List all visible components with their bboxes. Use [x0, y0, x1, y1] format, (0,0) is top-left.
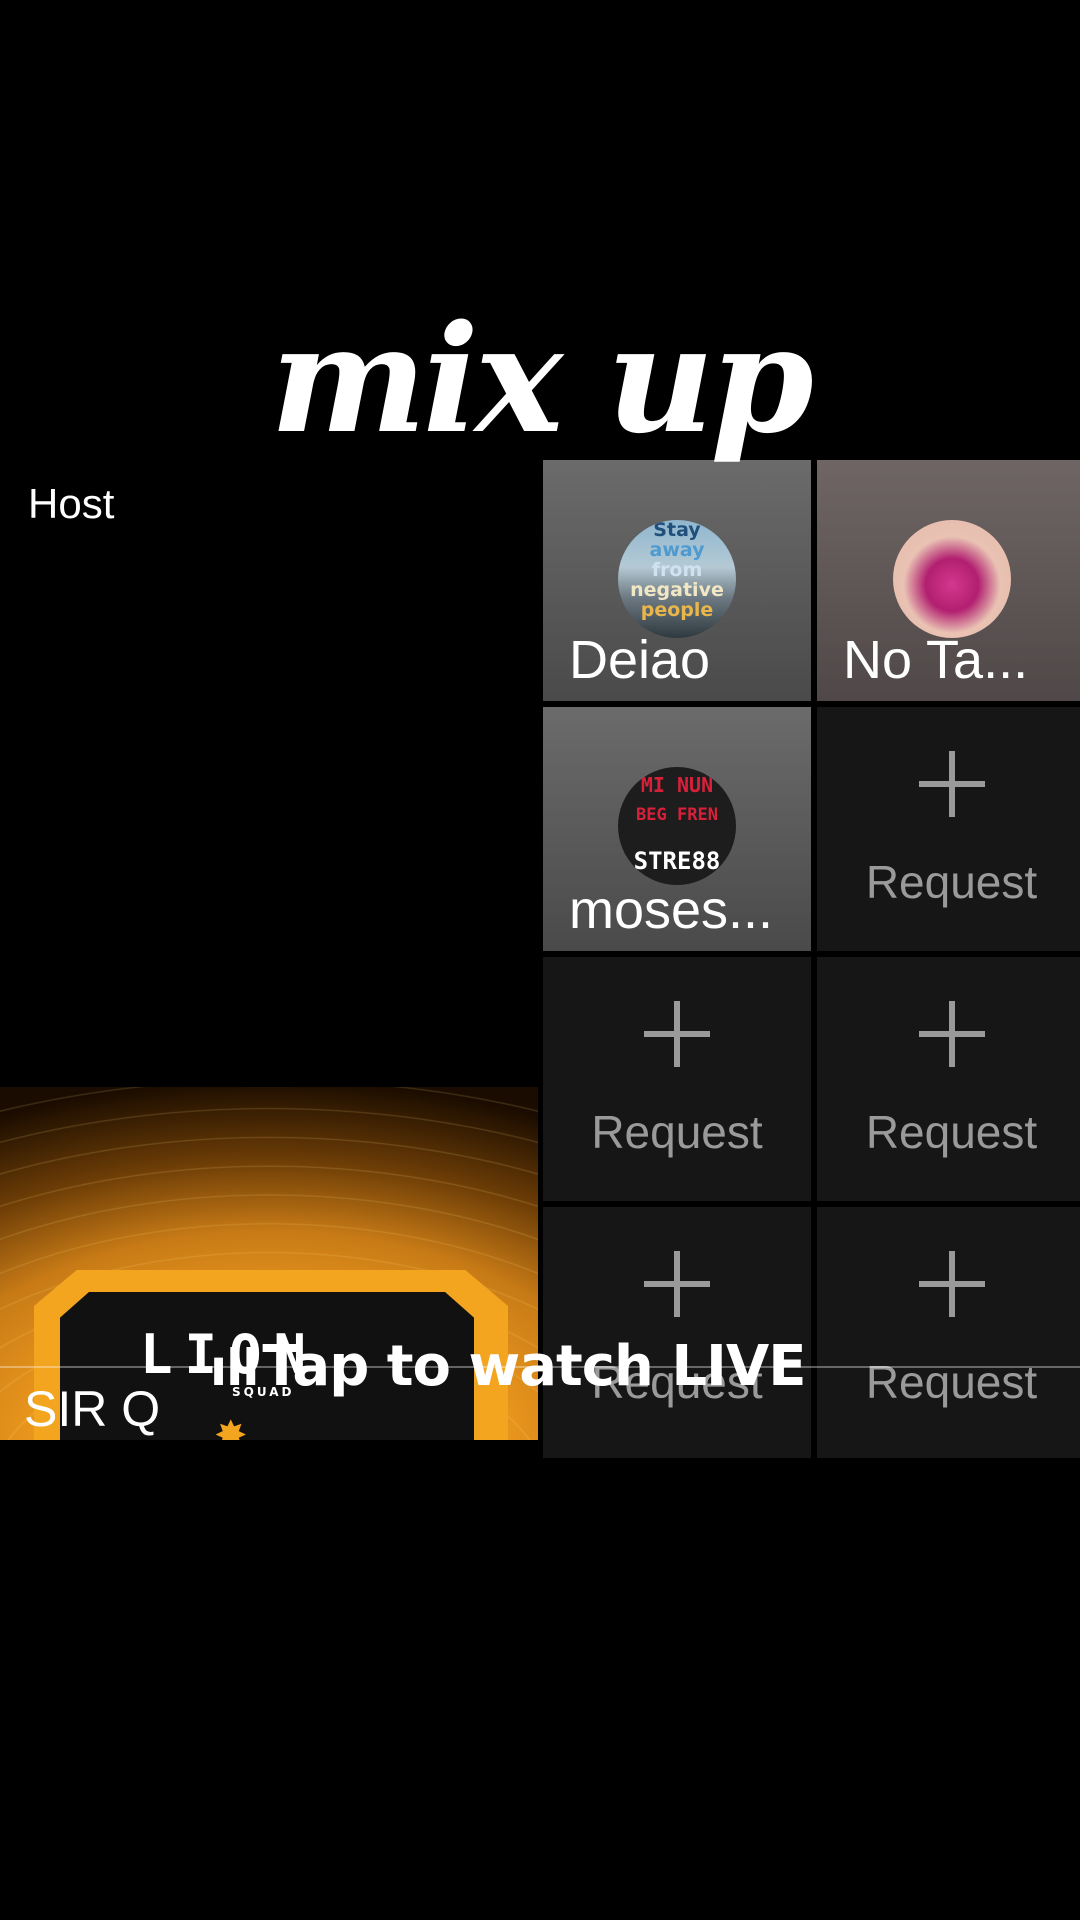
avatar — [892, 520, 1011, 638]
plus-icon — [918, 1001, 985, 1067]
live-mix-screen[interactable]: Host LION SQUAD ✸ Stay away from negativ… — [0, 0, 1080, 1920]
guest-slot[interactable]: MI NUN BEG FREN STRE88 moses... — [543, 707, 811, 951]
request-label: Request — [865, 856, 1038, 908]
request-slot[interactable]: Request — [817, 957, 1080, 1201]
request-slot[interactable]: Request — [543, 957, 811, 1201]
avatar: Stay away from negative people — [618, 520, 736, 638]
avatar-text: from — [651, 559, 703, 581]
signal-bars-icon: ıll — [210, 1339, 259, 1397]
guest-name: moses... — [569, 880, 774, 940]
avatar: MI NUN BEG FREN STRE88 — [618, 767, 736, 885]
guest-name: Deiao — [569, 630, 711, 690]
guest-name: No Ta... — [843, 630, 1029, 690]
plus-icon — [644, 1251, 710, 1317]
avatar-text: away — [649, 539, 705, 561]
plus-icon — [918, 1251, 985, 1317]
host-name: SIR Q — [24, 1381, 161, 1437]
avatar-text: MI NUN — [640, 773, 714, 797]
request-label: Request — [865, 1356, 1038, 1408]
host-label: Host — [28, 480, 115, 527]
guest-slot[interactable]: Stay away from negative people Deiao — [543, 460, 811, 701]
plus-icon — [918, 751, 985, 817]
guest-grid: Stay away from negative people Deiao No … — [543, 460, 1080, 1458]
avatar-text: Stay — [653, 520, 701, 541]
request-slot[interactable]: Request — [817, 707, 1080, 951]
plus-icon — [644, 1001, 710, 1067]
request-label: Request — [591, 1106, 763, 1158]
avatar-text: BEG FREN — [636, 805, 718, 825]
avatar-text: people — [640, 599, 714, 621]
request-slot[interactable]: Request — [543, 1207, 811, 1458]
request-slot[interactable]: Request — [817, 1207, 1080, 1458]
starburst-icon: ✸ — [214, 1414, 248, 1440]
caption-title: mix up — [270, 292, 814, 466]
tap-to-watch-label: Tap to watch LIVE — [262, 1334, 806, 1399]
guest-slot[interactable]: No Ta... — [817, 460, 1080, 701]
request-label: Request — [865, 1106, 1038, 1158]
avatar-text: STRE88 — [633, 847, 721, 875]
tap-to-watch-live[interactable]: ıllTap to watch LIVE — [210, 1334, 806, 1399]
avatar-text: negative — [630, 579, 724, 601]
